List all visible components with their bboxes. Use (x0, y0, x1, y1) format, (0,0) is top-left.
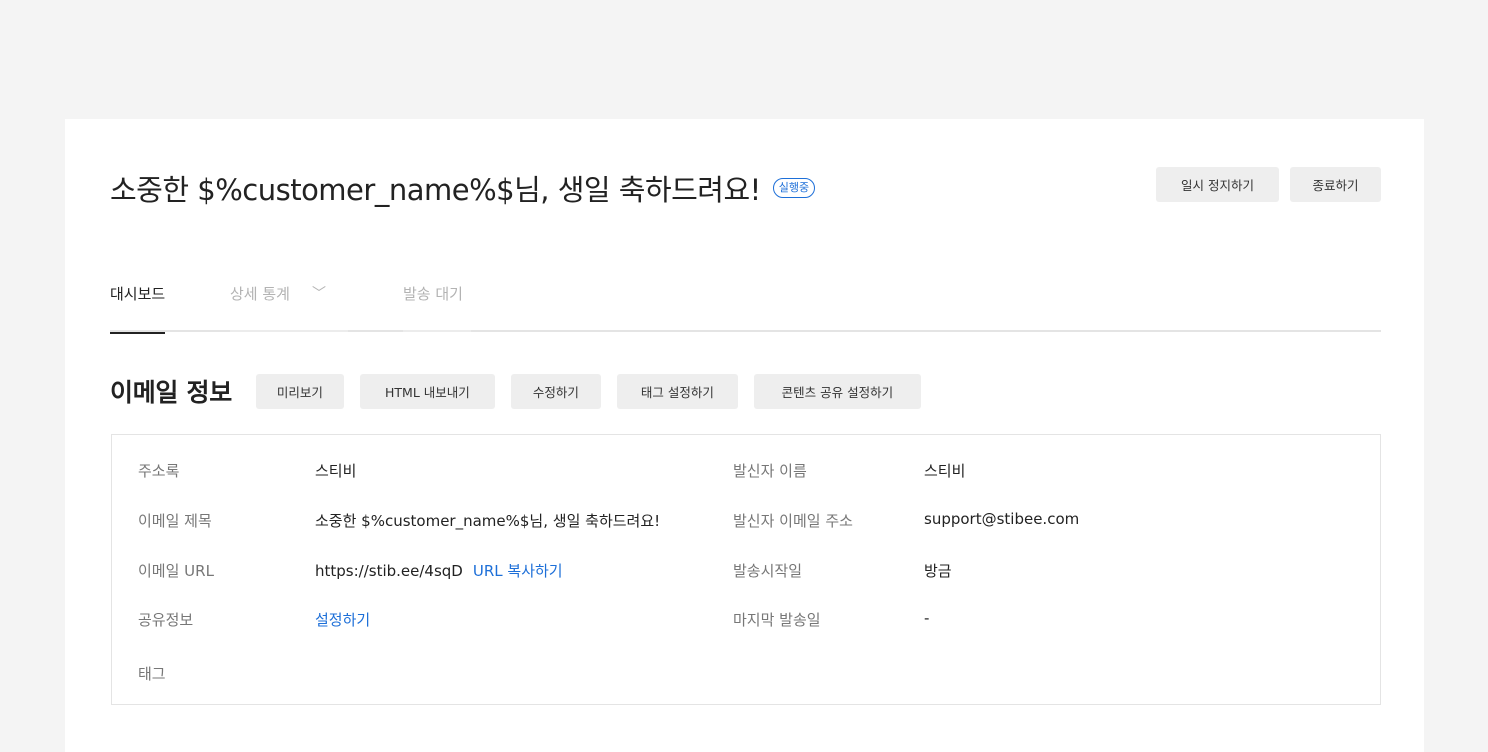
end-button[interactable]: 종료하기 (1290, 167, 1381, 202)
main-card: 소중한 $%customer_name%$님, 생일 축하드려요! 실행중 일시… (65, 119, 1424, 752)
preview-button[interactable]: 미리보기 (255, 373, 344, 409)
subject-label: 이메일 제목 (138, 512, 212, 530)
email-info-header: 이메일 정보 미리보기 HTML 내보내기 수정하기 태그 설정하기 콘텐츠 공… (110, 373, 937, 409)
subject-value: 소중한 $%customer_name%$님, 생일 축하드려요! (315, 512, 661, 530)
tag-label: 태그 (138, 665, 166, 683)
tab-underline-faint (403, 330, 471, 332)
tab-pending[interactable]: 발송 대기 (403, 281, 463, 332)
tag-settings-button[interactable]: 태그 설정하기 (616, 373, 738, 409)
page-title: 소중한 $%customer_name%$님, 생일 축하드려요! (110, 173, 761, 207)
info-row: 주소록 스티비 발신자 이름 스티비 (112, 460, 1380, 482)
last-send-value: - (924, 609, 930, 627)
last-send-label: 마지막 발송일 (733, 611, 821, 629)
tab-detailed-stats-label: 상세 통계 (230, 285, 290, 303)
tab-dashboard-label: 대시보드 (110, 285, 166, 303)
send-start-label: 발송시작일 (733, 562, 803, 580)
url-value-wrapper: https://stib.ee/4sqD URL 복사하기 (315, 560, 563, 581)
tab-underline-faint (230, 330, 348, 332)
email-info-table: 주소록 스티비 발신자 이름 스티비 이메일 제목 소중한 $%customer… (111, 434, 1381, 705)
info-row: 이메일 URL https://stib.ee/4sqD URL 복사하기 발송시… (112, 560, 1380, 582)
info-row: 공유정보 설정하기 마지막 발송일 - (112, 609, 1380, 631)
url-copy-link[interactable]: URL 복사하기 (473, 562, 563, 580)
sender-email-label: 발신자 이메일 주소 (733, 512, 853, 530)
tab-detailed-stats[interactable]: 상세 통계 ﹀ (230, 281, 326, 332)
sender-email-value: support@stibee.com (924, 510, 1080, 528)
address-book-label: 주소록 (138, 462, 180, 480)
address-book-value: 스티비 (315, 462, 357, 480)
url-label: 이메일 URL (138, 562, 214, 580)
url-value: https://stib.ee/4sqD (315, 562, 463, 580)
info-row: 이메일 제목 소중한 $%customer_name%$님, 생일 축하드려요!… (112, 510, 1380, 532)
title-row: 소중한 $%customer_name%$님, 생일 축하드려요! 실행중 (110, 167, 816, 209)
html-export-button[interactable]: HTML 내보내기 (359, 373, 495, 409)
tab-dashboard[interactable]: 대시보드 (110, 281, 166, 334)
tab-bar: 대시보드 상세 통계 ﹀ 발송 대기 (110, 281, 1381, 334)
tab-pending-label: 발송 대기 (403, 285, 463, 303)
top-actions: 일시 정지하기 종료하기 (1156, 167, 1381, 202)
send-start-value: 방금 (924, 562, 952, 580)
status-badge: 실행중 (772, 178, 816, 198)
share-settings-link[interactable]: 설정하기 (315, 609, 370, 630)
pause-button[interactable]: 일시 정지하기 (1156, 167, 1279, 202)
chevron-down-icon: ﹀ (311, 286, 326, 302)
info-row: 태그 (112, 663, 1380, 685)
sender-name-value: 스티비 (924, 462, 966, 480)
edit-button[interactable]: 수정하기 (510, 373, 601, 409)
content-share-settings-button[interactable]: 콘텐츠 공유 설정하기 (753, 373, 921, 409)
section-title: 이메일 정보 (110, 378, 232, 407)
share-label: 공유정보 (138, 611, 194, 629)
sender-name-label: 발신자 이름 (733, 462, 807, 480)
